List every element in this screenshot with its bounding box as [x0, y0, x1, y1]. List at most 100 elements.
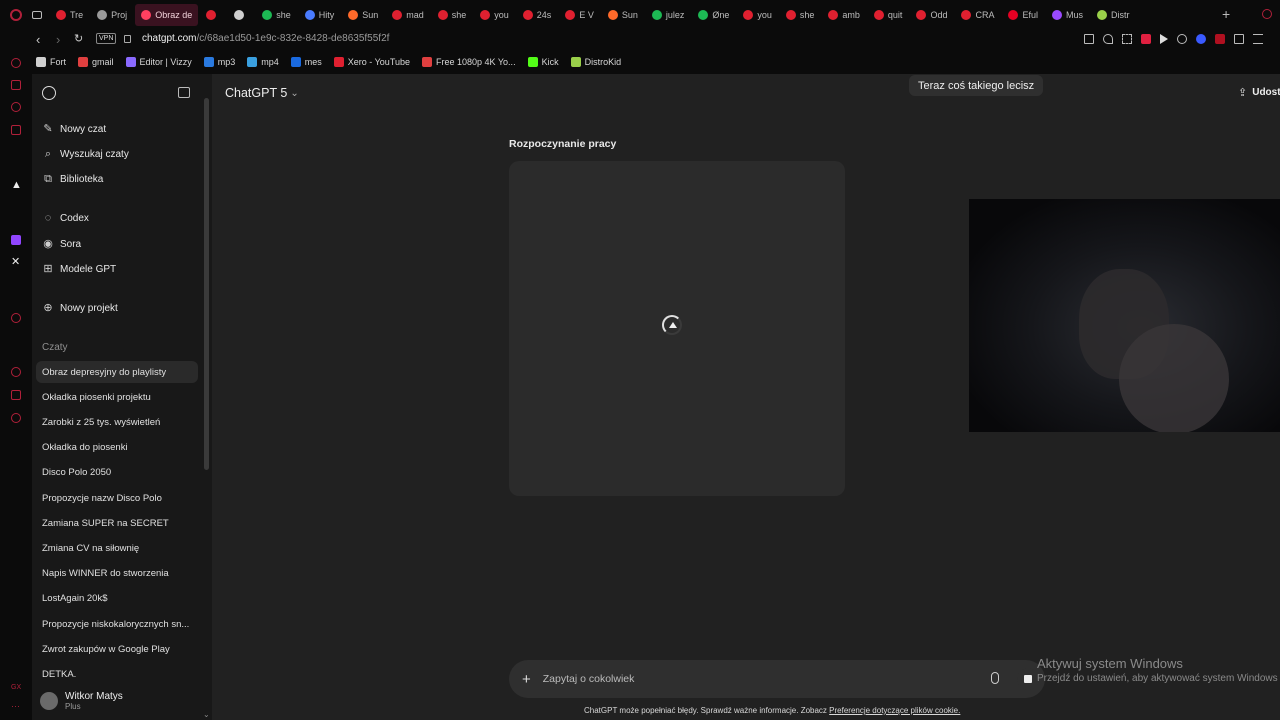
microphone-icon[interactable] [991, 672, 999, 684]
pin-icon[interactable] [1103, 34, 1113, 44]
rail-box-icon[interactable] [11, 390, 21, 400]
bookmark-item[interactable]: Editor | Vizzy [125, 57, 192, 67]
rail-clock-icon[interactable] [11, 367, 21, 377]
bookmark-item[interactable]: Free 1080p 4K Yo... [422, 57, 516, 67]
extension-icon[interactable] [1196, 34, 1206, 44]
browser-tab[interactable]: Hity [299, 4, 341, 26]
bookmark-item[interactable]: mes [290, 57, 322, 67]
bookmark-item[interactable]: Xero - YouTube [333, 57, 410, 67]
rail-messenger-icon[interactable] [11, 125, 21, 135]
menu-icon[interactable] [1253, 34, 1263, 44]
browser-tab[interactable]: mad [386, 4, 430, 26]
rail-games-icon[interactable] [11, 102, 21, 112]
rail-shop-icon[interactable] [11, 80, 21, 90]
add-attachment-icon[interactable]: + [522, 671, 531, 688]
chat-list-item[interactable]: Zwrot zakupów w Google Play [36, 638, 198, 660]
scroll-down-icon[interactable]: ⌄ [203, 710, 210, 719]
extension-red-icon[interactable] [1215, 34, 1225, 44]
browser-tab[interactable] [228, 4, 254, 26]
browser-tab[interactable]: Sun [342, 4, 384, 26]
user-profile[interactable]: Witkor Matys Plus [38, 686, 198, 716]
browser-tab[interactable]: julez [646, 4, 691, 26]
browser-tab[interactable]: E V [559, 4, 600, 26]
sidebar-nav-item[interactable]: ⧉ Biblioteka [42, 173, 103, 185]
wallet-icon[interactable] [1234, 34, 1244, 44]
browser-tab[interactable]: amb [822, 4, 866, 26]
rail-history-icon[interactable] [11, 58, 21, 68]
rail-gx-icon[interactable]: GX [11, 683, 21, 693]
new-tab-button[interactable]: + [1222, 6, 1230, 22]
composer-input[interactable]: Zapytaj o cokolwiek [543, 673, 635, 685]
reload-icon[interactable]: ↻ [74, 32, 83, 45]
bookmark-item[interactable]: mp4 [247, 57, 279, 67]
chat-list-item[interactable]: Zamiana SUPER na SECRET [36, 512, 198, 534]
rail-player-icon[interactable] [11, 313, 21, 323]
browser-tab[interactable]: she [780, 4, 821, 26]
browser-tab[interactable]: Obraz de [135, 4, 199, 26]
address-bar[interactable]: chatgpt.com/c/68ae1d50-1e9c-832e-8428-de… [142, 33, 389, 44]
screenshot-icon[interactable] [1122, 34, 1132, 44]
rail-more-icon[interactable]: ··· [11, 701, 21, 711]
sidebar-nav-item[interactable]: ⊕ Nowy projekt [42, 302, 117, 314]
browser-tab[interactable]: she [432, 4, 473, 26]
browser-tab[interactable] [200, 4, 226, 26]
chat-list-item[interactable]: Okładka piosenki projektu [36, 386, 198, 408]
browser-tab[interactable]: Proj [91, 4, 133, 26]
chat-list-item[interactable]: Okładka do piosenki [36, 437, 198, 459]
browser-tab[interactable]: Eful [1002, 4, 1044, 26]
stop-button[interactable] [1017, 668, 1039, 690]
pocket-icon[interactable] [1141, 34, 1151, 44]
browser-tab[interactable]: quit [868, 4, 909, 26]
browser-tab[interactable]: you [474, 4, 515, 26]
browser-tab[interactable]: Distr [1091, 4, 1136, 26]
chat-list-item[interactable]: Disco Polo 2050 [36, 462, 198, 484]
browser-tab[interactable]: you [737, 4, 778, 26]
close-sidebar-icon[interactable] [178, 87, 190, 98]
rail-x-icon[interactable]: ✕ [11, 257, 21, 268]
chat-list-item[interactable]: Propozycje niskokalorycznych sn... [36, 613, 198, 635]
browser-logo-icon[interactable] [10, 9, 22, 21]
sidebar-nav-item[interactable]: ◉ Sora [42, 238, 81, 250]
sidebar-nav-item[interactable]: ⌕ Wyszukaj czaty [42, 148, 129, 160]
chat-list-item[interactable]: Napis WINNER do stworzenia [36, 563, 198, 585]
cookie-preferences-link[interactable]: Preferencje dotyczące plików cookie. [829, 706, 960, 715]
chat-list-item[interactable]: Obraz depresyjny do playlisty [36, 361, 198, 383]
browser-tab[interactable]: Mus [1046, 4, 1089, 26]
rail-settings-icon[interactable] [11, 413, 21, 423]
workspaces-icon[interactable] [32, 11, 42, 19]
browser-tab[interactable]: Øne [692, 4, 735, 26]
search-tabs-icon[interactable] [1262, 9, 1272, 19]
browser-tab[interactable]: she [256, 4, 297, 26]
chat-list-item[interactable]: Zarobki z 25 tys. wyświetleń [36, 411, 198, 433]
sidebar-nav-item[interactable]: ✎ Nowy czat [42, 123, 106, 135]
bookmark-item[interactable]: Fort [36, 57, 66, 67]
sidebar-nav-item[interactable]: ◌ Codex [42, 212, 89, 224]
browser-tab[interactable]: Odd [910, 4, 953, 26]
rail-twitch-icon[interactable] [11, 235, 21, 245]
reader-icon[interactable] [1084, 34, 1094, 44]
vpn-badge[interactable]: VPN [96, 33, 117, 44]
chat-list-item[interactable]: LostAgain 20k$ [36, 588, 198, 610]
browser-tab[interactable]: CRA [955, 4, 1000, 26]
sidebar-scrollbar[interactable] [204, 98, 209, 470]
chat-list-item[interactable]: Zmiana CV na siłownię [36, 537, 198, 559]
sidebar-nav-item[interactable]: ⊞ Modele GPT [42, 263, 116, 275]
forward-icon[interactable]: › [56, 32, 60, 47]
share-button[interactable]: ⇪ Udost [1238, 86, 1280, 99]
openai-logo-icon[interactable] [42, 86, 56, 100]
bookmark-item[interactable]: DistroKid [570, 57, 621, 67]
model-selector[interactable]: ChatGPT 5 ⌄ [225, 86, 299, 100]
bookmark-item[interactable]: mp3 [203, 57, 235, 67]
composer[interactable]: + Zapytaj o cokolwiek [509, 660, 1045, 698]
chat-list-item[interactable]: DETKA. [36, 663, 198, 685]
bookmark-item[interactable]: gmail [78, 57, 114, 67]
bookmark-item[interactable]: Kick [527, 57, 559, 67]
browser-tab[interactable]: 24s [517, 4, 558, 26]
browser-tab[interactable]: Tre [50, 4, 89, 26]
rail-arc-icon[interactable]: ▲ [11, 180, 22, 191]
browser-tab[interactable]: Sun [602, 4, 644, 26]
play-icon[interactable] [1160, 34, 1168, 44]
chat-list-item[interactable]: Propozycje nazw Disco Polo [36, 487, 198, 509]
back-icon[interactable]: ‹ [36, 32, 40, 47]
heart-icon[interactable] [1177, 34, 1187, 44]
